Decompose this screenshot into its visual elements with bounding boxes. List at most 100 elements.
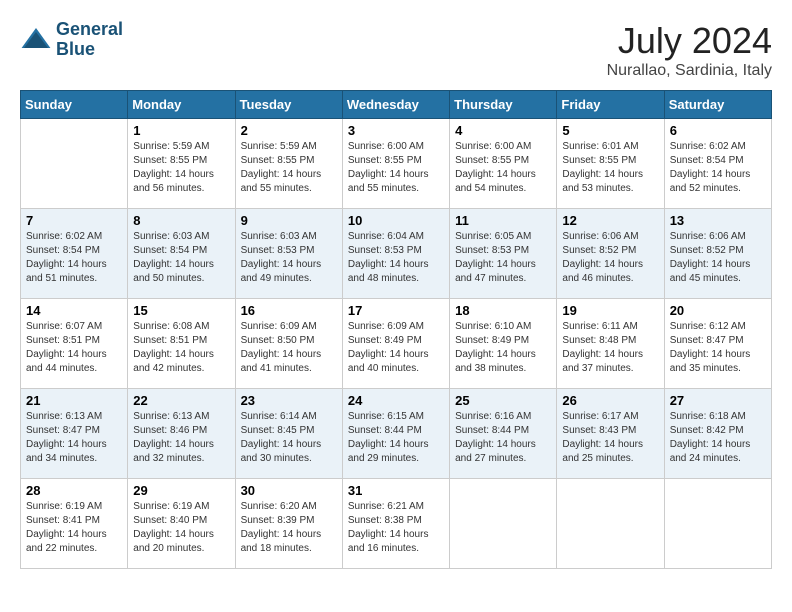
day-number: 15 bbox=[133, 303, 229, 318]
day-cell bbox=[450, 479, 557, 569]
day-number: 25 bbox=[455, 393, 551, 408]
day-number: 20 bbox=[670, 303, 766, 318]
day-cell: 25 Sunrise: 6:16 AM Sunset: 8:44 PM Dayli… bbox=[450, 389, 557, 479]
day-number: 10 bbox=[348, 213, 444, 228]
week-row-3: 21Sunrise: 6:13 AM Sunset: 8:47 PM Dayli… bbox=[21, 389, 772, 479]
day-cell: 7 Sunrise: 6:02 AM Sunset: 8:54 PM Daylig… bbox=[21, 209, 128, 299]
day-cell: 3Sunrise: 6:00 AM Sunset: 8:55 PM Daylig… bbox=[342, 119, 449, 209]
day-cell: 9 Sunrise: 6:03 AM Sunset: 8:53 PM Daylig… bbox=[235, 209, 342, 299]
day-number: 19 bbox=[562, 303, 658, 318]
day-info: Sunrise: 6:20 AM Sunset: 8:39 PM Dayligh… bbox=[241, 500, 337, 556]
day-cell: 14 Sunrise: 6:07 AM Sunset: 8:51 PM Dayli… bbox=[21, 299, 128, 389]
day-info: Sunrise: 6:13 AM Sunset: 8:47 PM Dayligh… bbox=[26, 410, 122, 466]
day-number: 4 bbox=[455, 123, 551, 138]
day-cell: 31 Sunrise: 6:21 AM Sunset: 8:38 PM Dayli… bbox=[342, 479, 449, 569]
day-info: Sunrise: 5:59 AM Sunset: 8:55 PM Dayligh… bbox=[241, 140, 337, 196]
day-cell: 23 Sunrise: 6:14 AM Sunset: 8:45 PM Dayli… bbox=[235, 389, 342, 479]
day-cell: 29 Sunrise: 6:19 AM Sunset: 8:40 PM Dayli… bbox=[128, 479, 235, 569]
day-info: Sunrise: 5:59 AM Sunset: 8:55 PM Dayligh… bbox=[133, 140, 229, 196]
day-info: Sunrise: 6:16 AM Sunset: 8:44 PM Dayligh… bbox=[455, 410, 551, 466]
day-number: 12 bbox=[562, 213, 658, 228]
day-cell: 17 Sunrise: 6:09 AM Sunset: 8:49 PM Dayli… bbox=[342, 299, 449, 389]
day-cell: 24Sunrise: 6:15 AM Sunset: 8:44 PM Dayli… bbox=[342, 389, 449, 479]
day-info: Sunrise: 6:03 AM Sunset: 8:54 PM Dayligh… bbox=[133, 230, 229, 286]
month-year: July 2024 bbox=[607, 20, 772, 62]
day-cell: 22Sunrise: 6:13 AM Sunset: 8:46 PM Dayli… bbox=[128, 389, 235, 479]
day-cell: 26Sunrise: 6:17 AM Sunset: 8:43 PM Dayli… bbox=[557, 389, 664, 479]
week-row-1: 7 Sunrise: 6:02 AM Sunset: 8:54 PM Daylig… bbox=[21, 209, 772, 299]
day-cell: 1Sunrise: 5:59 AM Sunset: 8:55 PM Daylig… bbox=[128, 119, 235, 209]
column-header-monday: Monday bbox=[128, 91, 235, 119]
day-number: 31 bbox=[348, 483, 444, 498]
day-number: 26 bbox=[562, 393, 658, 408]
day-number: 16 bbox=[241, 303, 337, 318]
column-header-friday: Friday bbox=[557, 91, 664, 119]
day-cell bbox=[557, 479, 664, 569]
day-info: Sunrise: 6:06 AM Sunset: 8:52 PM Dayligh… bbox=[670, 230, 766, 286]
logo-icon bbox=[20, 24, 52, 56]
calendar: SundayMondayTuesdayWednesdayThursdayFrid… bbox=[20, 90, 772, 569]
day-number: 18 bbox=[455, 303, 551, 318]
logo-text: General Blue bbox=[56, 20, 123, 60]
day-number: 7 bbox=[26, 213, 122, 228]
day-info: Sunrise: 6:06 AM Sunset: 8:52 PM Dayligh… bbox=[562, 230, 658, 286]
day-cell bbox=[21, 119, 128, 209]
week-row-2: 14 Sunrise: 6:07 AM Sunset: 8:51 PM Dayli… bbox=[21, 299, 772, 389]
day-info: Sunrise: 6:07 AM Sunset: 8:51 PM Dayligh… bbox=[26, 320, 122, 376]
location: Nurallao, Sardinia, Italy bbox=[607, 62, 772, 80]
day-number: 6 bbox=[670, 123, 766, 138]
column-header-thursday: Thursday bbox=[450, 91, 557, 119]
day-info: Sunrise: 6:09 AM Sunset: 8:49 PM Dayligh… bbox=[348, 320, 444, 376]
day-cell: 16Sunrise: 6:09 AM Sunset: 8:50 PM Dayli… bbox=[235, 299, 342, 389]
logo: General Blue bbox=[20, 20, 123, 60]
day-cell: 18 Sunrise: 6:10 AM Sunset: 8:49 PM Dayli… bbox=[450, 299, 557, 389]
day-info: Sunrise: 6:12 AM Sunset: 8:47 PM Dayligh… bbox=[670, 320, 766, 376]
day-info: Sunrise: 6:14 AM Sunset: 8:45 PM Dayligh… bbox=[241, 410, 337, 466]
day-number: 13 bbox=[670, 213, 766, 228]
week-row-4: 28Sunrise: 6:19 AM Sunset: 8:41 PM Dayli… bbox=[21, 479, 772, 569]
day-number: 5 bbox=[562, 123, 658, 138]
day-info: Sunrise: 6:02 AM Sunset: 8:54 PM Dayligh… bbox=[26, 230, 122, 286]
day-number: 29 bbox=[133, 483, 229, 498]
day-cell: 19 Sunrise: 6:11 AM Sunset: 8:48 PM Dayli… bbox=[557, 299, 664, 389]
day-info: Sunrise: 6:18 AM Sunset: 8:42 PM Dayligh… bbox=[670, 410, 766, 466]
day-cell: 15 Sunrise: 6:08 AM Sunset: 8:51 PM Dayli… bbox=[128, 299, 235, 389]
day-info: Sunrise: 6:11 AM Sunset: 8:48 PM Dayligh… bbox=[562, 320, 658, 376]
day-cell: 27 Sunrise: 6:18 AM Sunset: 8:42 PM Dayli… bbox=[664, 389, 771, 479]
day-cell: 2 Sunrise: 5:59 AM Sunset: 8:55 PM Daylig… bbox=[235, 119, 342, 209]
header: General Blue July 2024 Nurallao, Sardini… bbox=[20, 20, 772, 80]
column-header-sunday: Sunday bbox=[21, 91, 128, 119]
day-cell: 12 Sunrise: 6:06 AM Sunset: 8:52 PM Dayli… bbox=[557, 209, 664, 299]
column-header-saturday: Saturday bbox=[664, 91, 771, 119]
day-info: Sunrise: 6:21 AM Sunset: 8:38 PM Dayligh… bbox=[348, 500, 444, 556]
day-number: 11 bbox=[455, 213, 551, 228]
day-info: Sunrise: 6:05 AM Sunset: 8:53 PM Dayligh… bbox=[455, 230, 551, 286]
day-number: 24 bbox=[348, 393, 444, 408]
day-info: Sunrise: 6:01 AM Sunset: 8:55 PM Dayligh… bbox=[562, 140, 658, 196]
day-cell: 8 Sunrise: 6:03 AM Sunset: 8:54 PM Daylig… bbox=[128, 209, 235, 299]
day-info: Sunrise: 6:10 AM Sunset: 8:49 PM Dayligh… bbox=[455, 320, 551, 376]
day-number: 8 bbox=[133, 213, 229, 228]
day-info: Sunrise: 6:13 AM Sunset: 8:46 PM Dayligh… bbox=[133, 410, 229, 466]
day-cell bbox=[664, 479, 771, 569]
day-number: 14 bbox=[26, 303, 122, 318]
day-number: 9 bbox=[241, 213, 337, 228]
day-cell: 21Sunrise: 6:13 AM Sunset: 8:47 PM Dayli… bbox=[21, 389, 128, 479]
header-row: SundayMondayTuesdayWednesdayThursdayFrid… bbox=[21, 91, 772, 119]
column-header-wednesday: Wednesday bbox=[342, 91, 449, 119]
calendar-header: SundayMondayTuesdayWednesdayThursdayFrid… bbox=[21, 91, 772, 119]
day-number: 30 bbox=[241, 483, 337, 498]
day-cell: 28Sunrise: 6:19 AM Sunset: 8:41 PM Dayli… bbox=[21, 479, 128, 569]
title-section: July 2024 Nurallao, Sardinia, Italy bbox=[607, 20, 772, 80]
day-cell: 5 Sunrise: 6:01 AM Sunset: 8:55 PM Daylig… bbox=[557, 119, 664, 209]
day-cell: 20 Sunrise: 6:12 AM Sunset: 8:47 PM Dayli… bbox=[664, 299, 771, 389]
day-number: 17 bbox=[348, 303, 444, 318]
day-number: 2 bbox=[241, 123, 337, 138]
day-info: Sunrise: 6:02 AM Sunset: 8:54 PM Dayligh… bbox=[670, 140, 766, 196]
day-info: Sunrise: 6:08 AM Sunset: 8:51 PM Dayligh… bbox=[133, 320, 229, 376]
day-number: 23 bbox=[241, 393, 337, 408]
day-info: Sunrise: 6:00 AM Sunset: 8:55 PM Dayligh… bbox=[348, 140, 444, 196]
day-number: 27 bbox=[670, 393, 766, 408]
day-info: Sunrise: 6:03 AM Sunset: 8:53 PM Dayligh… bbox=[241, 230, 337, 286]
day-info: Sunrise: 6:19 AM Sunset: 8:40 PM Dayligh… bbox=[133, 500, 229, 556]
